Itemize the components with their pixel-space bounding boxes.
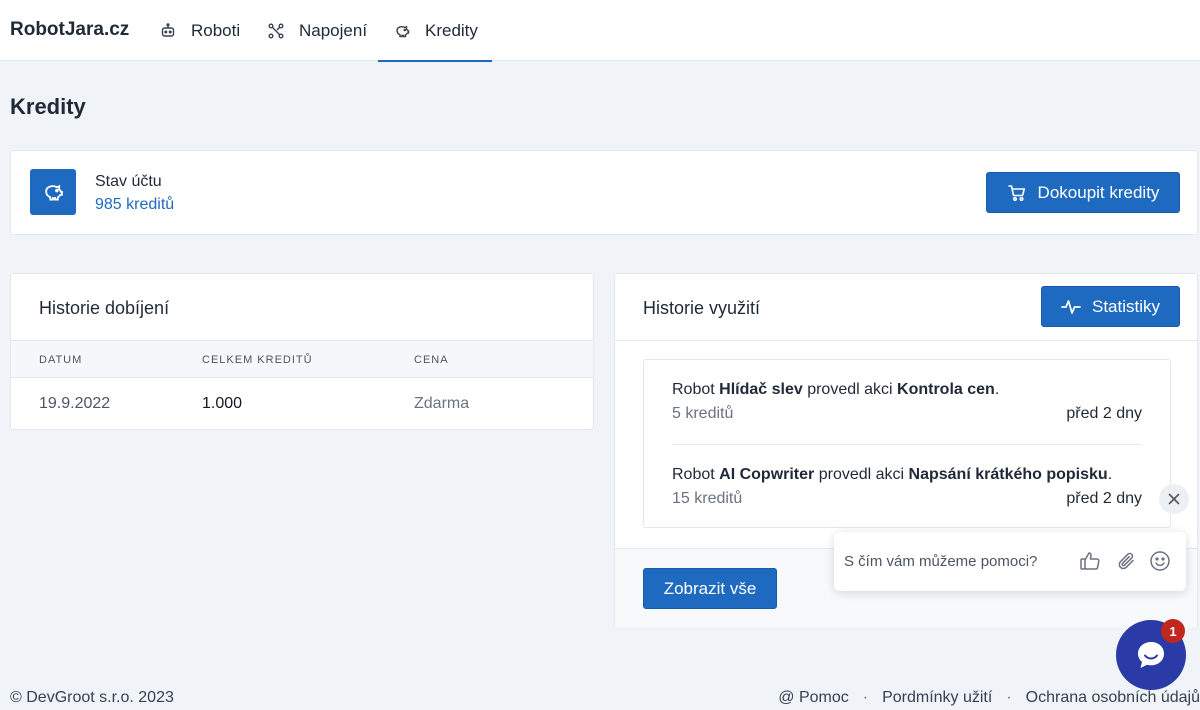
help-link[interactable]: @ Pomoc [778, 689, 848, 706]
chat-input-box[interactable]: S čím vám můžeme pomoci? [834, 532, 1186, 591]
statistics-button[interactable]: Statistiky [1041, 286, 1180, 327]
activity-icon [1061, 297, 1081, 317]
footer-separator: · [862, 689, 869, 706]
nav-item-label: Napojení [299, 20, 368, 40]
statistics-label: Statistiky [1091, 296, 1161, 316]
usage-time: před 2 dny [1066, 405, 1142, 422]
nav-item-label: Kredity [425, 20, 478, 40]
action-name: Napsání krátkého popisku [908, 466, 1108, 483]
divider [615, 340, 1197, 341]
privacy-link[interactable]: Ochrana osobních údajů [1026, 689, 1200, 706]
close-icon [1168, 493, 1180, 505]
list-item: Robot Hlídač slev provedl akci Kontrola … [672, 381, 1142, 465]
usage-time: před 2 dny [1066, 490, 1142, 507]
divider [672, 444, 1142, 445]
buy-credits-button[interactable]: Dokoupit kredity [986, 172, 1180, 213]
nav-item-kredity[interactable]: Kredity [378, 0, 492, 62]
piggy-bank-icon [394, 23, 410, 39]
terms-link[interactable]: Pordmínky užití [882, 689, 992, 706]
show-all-button[interactable]: Zobrazit vše [643, 568, 777, 609]
column-header-date: DATUM [39, 354, 83, 366]
usage-credits: 15 kreditů [672, 490, 743, 507]
chat-close-button[interactable] [1159, 484, 1189, 514]
action-name: Kontrola cen [897, 381, 995, 398]
row-date: 19.9.2022 [39, 395, 111, 412]
account-balance-card: Stav účtu 985 kreditů Dokoupit kredity [10, 150, 1198, 235]
usage-description: Robot Hlídač slev provedl akci Kontrola … [672, 381, 1000, 398]
account-balance-label: Stav účtu [95, 173, 162, 190]
chat-input-placeholder: S čím vám můžeme pomoci? [844, 553, 1038, 570]
nav-item-roboti[interactable]: Roboti [160, 0, 240, 61]
brand-logo[interactable]: RobotJara.cz [10, 19, 129, 41]
buy-credits-label: Dokoupit kredity [1037, 182, 1160, 202]
nav-item-napojeni[interactable]: Napojení [268, 0, 367, 61]
column-header-price: CENA [414, 354, 449, 366]
usage-description: Robot AI Copwriter provedl akci Napsání … [672, 466, 1113, 483]
account-balance-value: 985 kreditů [95, 196, 175, 213]
copyright: © DevGroot s.r.o. 2023 [10, 689, 174, 706]
robot-name: AI Copwriter [719, 466, 815, 483]
usage-credits: 5 kreditů [672, 405, 734, 422]
row-credits: 1.000 [202, 395, 243, 412]
usage-list: Robot Hlídač slev provedl akci Kontrola … [643, 359, 1171, 528]
shopping-cart-icon [1007, 183, 1027, 203]
chat-bubble-icon [1138, 642, 1164, 668]
row-price: Zdarma [414, 395, 470, 412]
usage-history-title: Historie využití [643, 298, 761, 318]
thumbs-up-icon[interactable] [1079, 550, 1101, 572]
column-header-credits: CELKEM KREDITŮ [202, 354, 313, 366]
robot-name: Hlídač slev [719, 381, 803, 398]
top-navigation: RobotJara.cz Roboti Napojení Kredity [0, 0, 1200, 62]
footer-links: @ Pomoc · Pordmínky užití · Ochrana osobních… [778, 689, 1200, 707]
emoji-icon[interactable] [1149, 550, 1171, 572]
paperclip-icon[interactable] [1116, 550, 1138, 572]
nav-item-label: Roboti [191, 20, 241, 40]
recharge-history-title: Historie dobíjení [39, 298, 170, 318]
notification-badge: 1 [1161, 619, 1185, 643]
page-title: Kredity [10, 94, 86, 119]
table-header: DATUM CELKEM KREDITŮ CENA [11, 340, 593, 378]
recharge-history-card: Historie dobíjení DATUM CELKEM KREDITŮ C… [10, 273, 594, 430]
connections-icon [268, 23, 284, 39]
robot-icon [160, 22, 176, 39]
footer-separator: · [1006, 689, 1012, 706]
piggy-bank-icon [30, 169, 76, 215]
